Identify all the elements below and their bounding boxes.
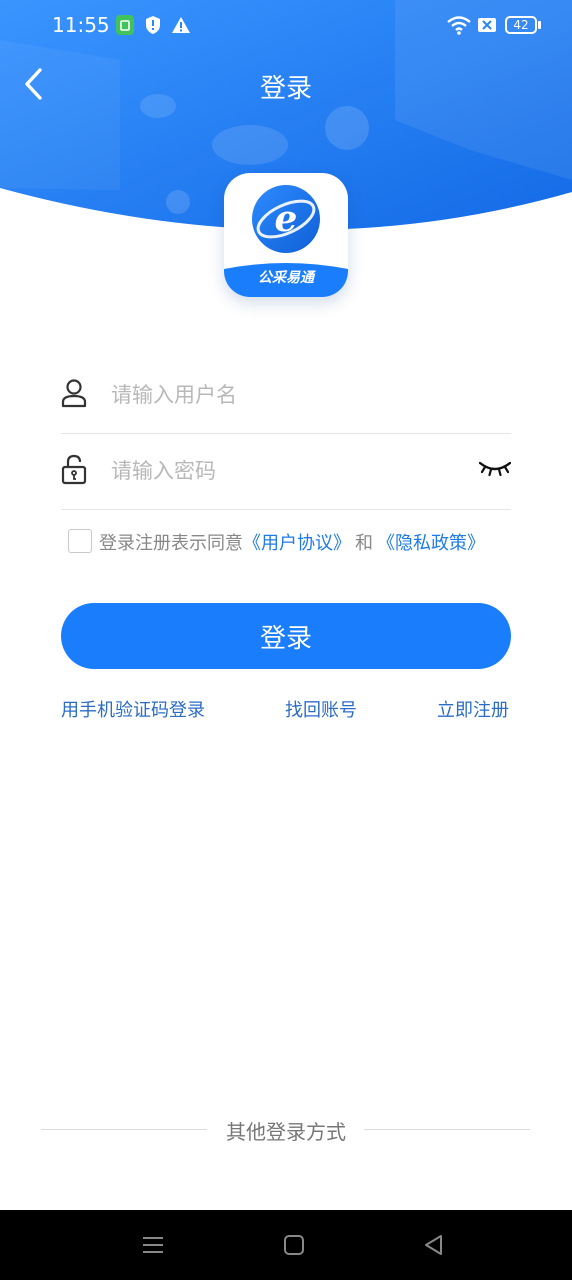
shield-icon xyxy=(146,16,160,34)
password-input[interactable] xyxy=(111,451,461,491)
status-bar: 11:55 42 xyxy=(0,0,572,52)
battery-tip xyxy=(538,21,541,29)
eye-closed-icon[interactable] xyxy=(479,455,511,481)
agreement-checkbox[interactable] xyxy=(68,529,92,553)
username-input[interactable] xyxy=(111,375,461,415)
sim-card-icon xyxy=(116,15,134,35)
battery-icon: 42 xyxy=(505,16,537,34)
wifi-icon xyxy=(447,16,471,35)
privacy-policy-link[interactable]: 《隐私政策》 xyxy=(377,533,485,554)
user-agreement-link[interactable]: 《用户协议》 xyxy=(243,533,351,554)
agreement-prefix: 登录注册表示同意 xyxy=(99,533,243,554)
logo-text: 公采易通 xyxy=(258,270,314,286)
page-title: 登录 xyxy=(259,74,312,104)
warning-icon xyxy=(172,17,190,33)
other-login-section: 其他登录方式 xyxy=(0,1116,572,1146)
other-login-label: 其他登录方式 xyxy=(226,1120,346,1144)
app-logo: e 公采易通 xyxy=(224,173,348,297)
lock-icon xyxy=(61,454,87,485)
password-field xyxy=(61,433,511,510)
agreement-text: 登录注册表示同意《用户协议》和《隐私政策》 xyxy=(99,529,485,555)
menu-icon[interactable] xyxy=(140,1232,166,1258)
back-nav-icon[interactable] xyxy=(421,1232,447,1258)
user-icon xyxy=(61,379,87,408)
home-icon[interactable] xyxy=(281,1232,307,1258)
recover-account-link[interactable]: 找回账号 xyxy=(285,696,357,722)
system-nav-bar xyxy=(0,1210,572,1280)
status-time: 11:55 xyxy=(52,13,110,37)
agreement-and: 和 xyxy=(355,533,373,554)
username-field xyxy=(61,357,511,434)
no-sim-icon xyxy=(478,18,496,32)
divider-right xyxy=(364,1129,530,1130)
battery-level: 42 xyxy=(513,18,529,32)
login-button[interactable]: 登录 xyxy=(61,603,511,669)
register-link[interactable]: 立即注册 xyxy=(437,696,509,722)
svg-text:e: e xyxy=(275,198,298,240)
sms-login-link[interactable]: 用手机验证码登录 xyxy=(61,696,205,722)
